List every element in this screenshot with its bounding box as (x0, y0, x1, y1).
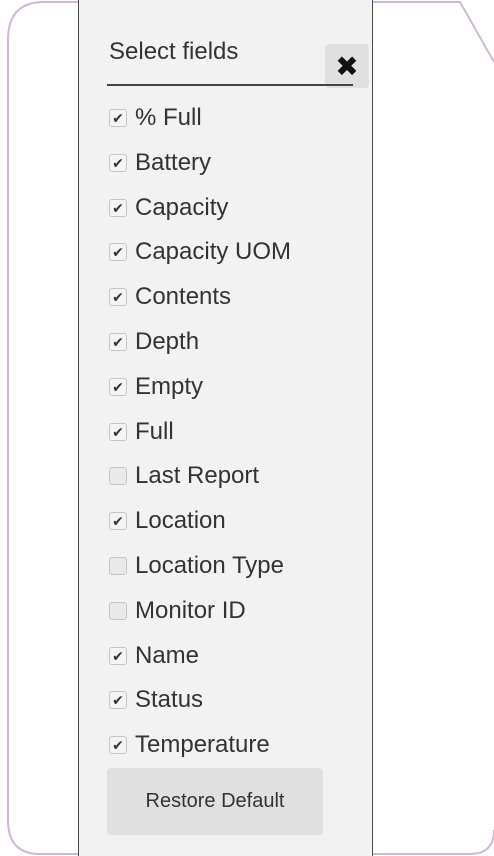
field-item[interactable]: ✔ Full (109, 417, 174, 447)
field-checkbox[interactable]: ✔ (109, 153, 127, 172)
field-item[interactable]: Last Report (109, 461, 259, 491)
field-item[interactable]: ✔ Name (109, 641, 199, 671)
select-fields-panel: Select fields ✖ ✔ % Full ✔ Battery ✔ Capacity… (78, 0, 373, 856)
field-checkbox[interactable] (109, 601, 127, 620)
field-checkbox[interactable] (109, 557, 127, 575)
check-icon: ✔ (112, 289, 124, 306)
header-divider (107, 84, 353, 86)
field-label: Full (135, 417, 174, 445)
field-label: Last Report (135, 462, 260, 490)
field-item[interactable]: ✔ Status (109, 685, 203, 715)
field-label: Empty (135, 372, 204, 400)
field-checkbox[interactable] (109, 467, 127, 486)
check-icon: ✔ (112, 692, 124, 709)
field-checkbox[interactable]: ✔ (109, 422, 127, 441)
field-checkbox[interactable]: ✔ (109, 109, 127, 127)
check-icon: ✔ (112, 423, 124, 440)
field-checkbox[interactable]: ✔ (109, 512, 127, 531)
field-checkbox[interactable]: ✔ (109, 736, 127, 755)
field-item[interactable]: Monitor ID (109, 596, 246, 626)
field-label: Temperature (135, 731, 270, 759)
close-icon: ✖ (335, 50, 359, 82)
check-icon: ✔ (112, 513, 124, 530)
field-label: Battery (135, 148, 212, 176)
field-checkbox[interactable]: ✔ (109, 377, 127, 396)
check-icon: ✔ (112, 244, 124, 261)
field-label: Depth (135, 328, 200, 355)
field-label: Contents (135, 283, 232, 311)
field-label: % Full (135, 104, 202, 131)
field-item[interactable]: ✔ Empty (109, 372, 203, 402)
check-icon: ✔ (112, 378, 124, 395)
check-icon: ✔ (112, 110, 124, 126)
check-icon: ✔ (112, 154, 124, 171)
field-item[interactable]: ✔ Battery (109, 148, 211, 178)
field-item[interactable]: ✔ Temperature (109, 730, 270, 760)
check-icon: ✔ (112, 199, 124, 216)
panel-header: Select fields ✖ (107, 32, 369, 88)
field-item[interactable]: ✔ Depth (109, 327, 199, 357)
close-button[interactable]: ✖ (325, 44, 369, 88)
field-item[interactable]: ✔ Capacity (109, 193, 228, 223)
check-icon: ✔ (112, 737, 124, 754)
field-item[interactable]: ✔ % Full (109, 103, 202, 133)
field-checkbox[interactable]: ✔ (109, 198, 127, 217)
field-item[interactable]: ✔ Contents (109, 282, 231, 312)
field-checkbox[interactable]: ✔ (109, 243, 127, 262)
field-item[interactable]: ✔ Capacity UOM (109, 237, 291, 267)
panel-title: Select fields (109, 38, 239, 65)
check-icon: ✔ (112, 647, 124, 664)
field-item[interactable]: ✔ Location (109, 506, 226, 536)
field-checkbox[interactable]: ✔ (109, 646, 127, 665)
field-checkbox[interactable]: ✔ (109, 691, 127, 710)
field-label: Status (135, 686, 204, 714)
field-checkbox[interactable]: ✔ (109, 288, 127, 307)
restore-default-button[interactable]: Restore Default (107, 768, 323, 835)
check-icon: ✔ (112, 334, 124, 350)
field-label: Capacity (135, 193, 229, 221)
field-label: Location (135, 507, 226, 535)
field-checkbox[interactable]: ✔ (109, 333, 127, 351)
field-label: Capacity UOM (135, 238, 292, 266)
field-label: Name (135, 641, 200, 669)
field-label: Location Type (135, 552, 285, 579)
field-label: Monitor ID (135, 596, 246, 624)
field-item[interactable]: Location Type (109, 551, 284, 581)
